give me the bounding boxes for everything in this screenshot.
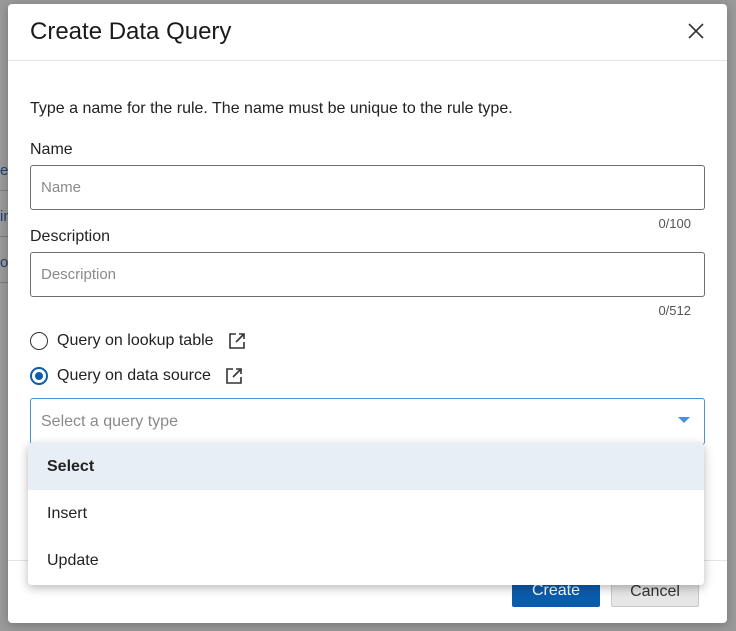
query-type-placeholder: Select a query type [41,413,178,430]
background-text-fragment: eN [0,162,8,179]
background-divider [0,282,8,283]
dropdown-option-update[interactable]: Update [28,537,704,584]
description-input[interactable] [31,253,704,296]
radio-query-lookup-table[interactable]: Query on lookup table [30,332,246,350]
dialog-title: Create Data Query [30,18,232,45]
dialog-intro-text: Type a name for the rule. The name must … [30,100,513,117]
dialog-header: Create Data Query [8,4,727,61]
caret-down-icon [678,417,690,423]
close-button[interactable] [685,20,707,42]
radio-query-data-source[interactable]: Query on data source [30,367,243,385]
close-icon [688,23,704,39]
radio-label-lookup-table: Query on lookup table [57,332,214,349]
description-field-wrapper [30,252,705,297]
name-char-counter: 0/100 [658,216,691,231]
external-link-icon[interactable] [228,332,246,350]
radio-label-data-source: Query on data source [57,367,211,384]
background-text-fragment: in [0,208,8,225]
query-type-select[interactable]: Select a query type [30,398,705,445]
background-divider [0,236,8,237]
dropdown-option-select[interactable]: Select [28,443,704,490]
query-type-dropdown-menu: Select Insert Update [28,443,704,585]
radio-button-checked[interactable] [30,367,48,385]
name-input[interactable] [31,166,704,209]
name-field-wrapper [30,165,705,210]
external-link-icon[interactable] [225,367,243,385]
name-label: Name [30,141,73,158]
description-label: Description [30,228,111,245]
background-divider [0,190,8,191]
dropdown-option-insert[interactable]: Insert [28,490,704,537]
background-text-fragment: or [0,254,8,271]
radio-button-unchecked[interactable] [30,332,48,350]
description-char-counter: 0/512 [658,303,691,318]
